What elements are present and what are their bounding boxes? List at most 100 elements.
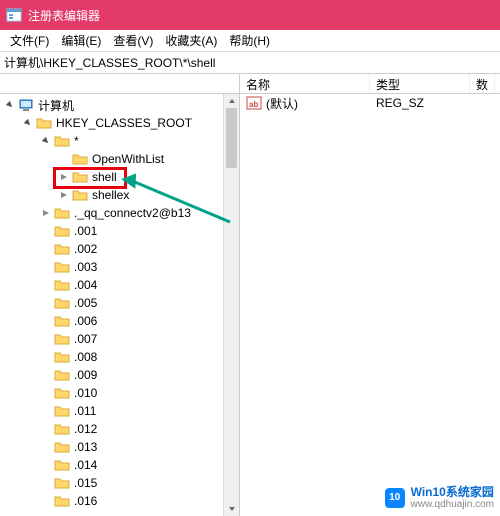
tree-scrollbar[interactable] bbox=[223, 94, 239, 516]
watermark-icon: 10 bbox=[385, 488, 405, 508]
folder-icon bbox=[54, 259, 70, 275]
address-bar[interactable]: 计算机\HKEY_CLASSES_ROOT\*\shell bbox=[0, 52, 500, 74]
folder-icon bbox=[54, 403, 70, 419]
tree-node-ext[interactable]: .009 bbox=[0, 366, 239, 384]
node-label: .013 bbox=[74, 440, 97, 454]
menu-file[interactable]: 文件(F) bbox=[4, 32, 55, 49]
folder-icon bbox=[54, 331, 70, 347]
titlebar: 注册表编辑器 bbox=[0, 0, 500, 30]
col-header-name[interactable]: 名称 bbox=[240, 74, 370, 93]
menubar: 文件(F) 编辑(E) 查看(V) 收藏夹(A) 帮助(H) bbox=[0, 30, 500, 52]
node-label: .006 bbox=[74, 314, 97, 328]
node-label: .012 bbox=[74, 422, 97, 436]
tree-node-ext[interactable]: .004 bbox=[0, 276, 239, 294]
scroll-down-icon[interactable] bbox=[224, 502, 239, 516]
col-header-data[interactable]: 数 bbox=[470, 74, 495, 93]
expander-placeholder bbox=[40, 387, 52, 399]
node-label: .005 bbox=[74, 296, 97, 310]
expander-placeholder bbox=[40, 405, 52, 417]
folder-icon bbox=[54, 493, 70, 509]
tree-node-ext[interactable]: .014 bbox=[0, 456, 239, 474]
expander-placeholder bbox=[40, 369, 52, 381]
scrollbar-thumb[interactable] bbox=[226, 108, 237, 168]
col-header-type[interactable]: 类型 bbox=[370, 74, 470, 93]
tree-node-ext[interactable]: .005 bbox=[0, 294, 239, 312]
tree-node-ext[interactable]: .015 bbox=[0, 474, 239, 492]
node-label: * bbox=[74, 134, 79, 148]
tree-node-ext[interactable]: .013 bbox=[0, 438, 239, 456]
folder-icon bbox=[54, 385, 70, 401]
cell-name: (默认) bbox=[266, 95, 298, 112]
folder-icon bbox=[72, 187, 88, 203]
tree-node-star[interactable]: * bbox=[0, 132, 239, 150]
list-row[interactable]: ab (默认) REG_SZ bbox=[240, 94, 500, 112]
node-label: .016 bbox=[74, 494, 97, 508]
content-area: 计算机 HKEY_CLASSES_ROOT * OpenWithList bbox=[0, 74, 500, 516]
tree-node-ext[interactable]: .003 bbox=[0, 258, 239, 276]
expander-placeholder bbox=[40, 495, 52, 507]
folder-icon bbox=[54, 223, 70, 239]
tree-node-openwithlist[interactable]: OpenWithList bbox=[0, 150, 239, 168]
expander-icon[interactable] bbox=[40, 207, 52, 219]
svg-text:ab: ab bbox=[249, 100, 258, 109]
menu-help[interactable]: 帮助(H) bbox=[223, 32, 276, 49]
node-label: .003 bbox=[74, 260, 97, 274]
menu-edit[interactable]: 编辑(E) bbox=[55, 32, 107, 49]
folder-icon bbox=[54, 277, 70, 293]
node-label: .004 bbox=[74, 278, 97, 292]
tree-node-ext[interactable]: .016 bbox=[0, 492, 239, 510]
tree-node-ext[interactable]: .001 bbox=[0, 222, 239, 240]
tree-node-ext[interactable]: .008 bbox=[0, 348, 239, 366]
tree-body: 计算机 HKEY_CLASSES_ROOT * OpenWithList bbox=[0, 94, 239, 510]
expander-placeholder bbox=[40, 333, 52, 345]
folder-icon bbox=[54, 367, 70, 383]
expander-icon[interactable] bbox=[22, 117, 34, 129]
expander-placeholder bbox=[40, 459, 52, 471]
folder-icon bbox=[54, 421, 70, 437]
folder-icon bbox=[54, 295, 70, 311]
expander-placeholder bbox=[40, 351, 52, 363]
tree-node-shell[interactable]: shell bbox=[0, 168, 239, 186]
tree-node-computer[interactable]: 计算机 bbox=[0, 96, 239, 114]
tree-node-ext[interactable]: .002 bbox=[0, 240, 239, 258]
window-title: 注册表编辑器 bbox=[28, 7, 100, 24]
folder-icon bbox=[54, 205, 70, 221]
tree-node-ext[interactable]: .012 bbox=[0, 420, 239, 438]
expander-icon[interactable] bbox=[58, 189, 70, 201]
expander-placeholder bbox=[40, 297, 52, 309]
cell-type: REG_SZ bbox=[370, 96, 470, 110]
string-value-icon: ab bbox=[246, 95, 262, 111]
node-label: OpenWithList bbox=[92, 152, 164, 166]
menu-view[interactable]: 查看(V) bbox=[107, 32, 159, 49]
expander-icon[interactable] bbox=[4, 99, 16, 111]
expander-placeholder bbox=[40, 441, 52, 453]
expander-placeholder bbox=[40, 477, 52, 489]
expander-placeholder bbox=[40, 243, 52, 255]
node-label: ._qq_connectv2@b13 bbox=[74, 206, 191, 220]
tree-node-hkcr[interactable]: HKEY_CLASSES_ROOT bbox=[0, 114, 239, 132]
expander-placeholder bbox=[40, 423, 52, 435]
node-label: .015 bbox=[74, 476, 97, 490]
tree-node-shellex[interactable]: shellex bbox=[0, 186, 239, 204]
node-label: HKEY_CLASSES_ROOT bbox=[56, 116, 192, 130]
menu-favorites[interactable]: 收藏夹(A) bbox=[159, 32, 223, 49]
node-label: .008 bbox=[74, 350, 97, 364]
folder-icon bbox=[54, 313, 70, 329]
expander-placeholder bbox=[40, 261, 52, 273]
tree-node-ext[interactable]: .007 bbox=[0, 330, 239, 348]
expander-icon[interactable] bbox=[40, 135, 52, 147]
scroll-up-icon[interactable] bbox=[224, 94, 239, 108]
folder-icon bbox=[54, 475, 70, 491]
tree-node-qqconnect[interactable]: ._qq_connectv2@b13 bbox=[0, 204, 239, 222]
tree-node-ext[interactable]: .010 bbox=[0, 384, 239, 402]
address-text: 计算机\HKEY_CLASSES_ROOT\*\shell bbox=[4, 54, 215, 71]
folder-icon bbox=[54, 349, 70, 365]
node-label: .007 bbox=[74, 332, 97, 346]
folder-icon bbox=[36, 115, 52, 131]
node-label: .010 bbox=[74, 386, 97, 400]
expander-icon[interactable] bbox=[58, 171, 70, 183]
tree-node-ext[interactable]: .011 bbox=[0, 402, 239, 420]
app-icon bbox=[6, 7, 22, 23]
folder-icon bbox=[54, 457, 70, 473]
tree-node-ext[interactable]: .006 bbox=[0, 312, 239, 330]
